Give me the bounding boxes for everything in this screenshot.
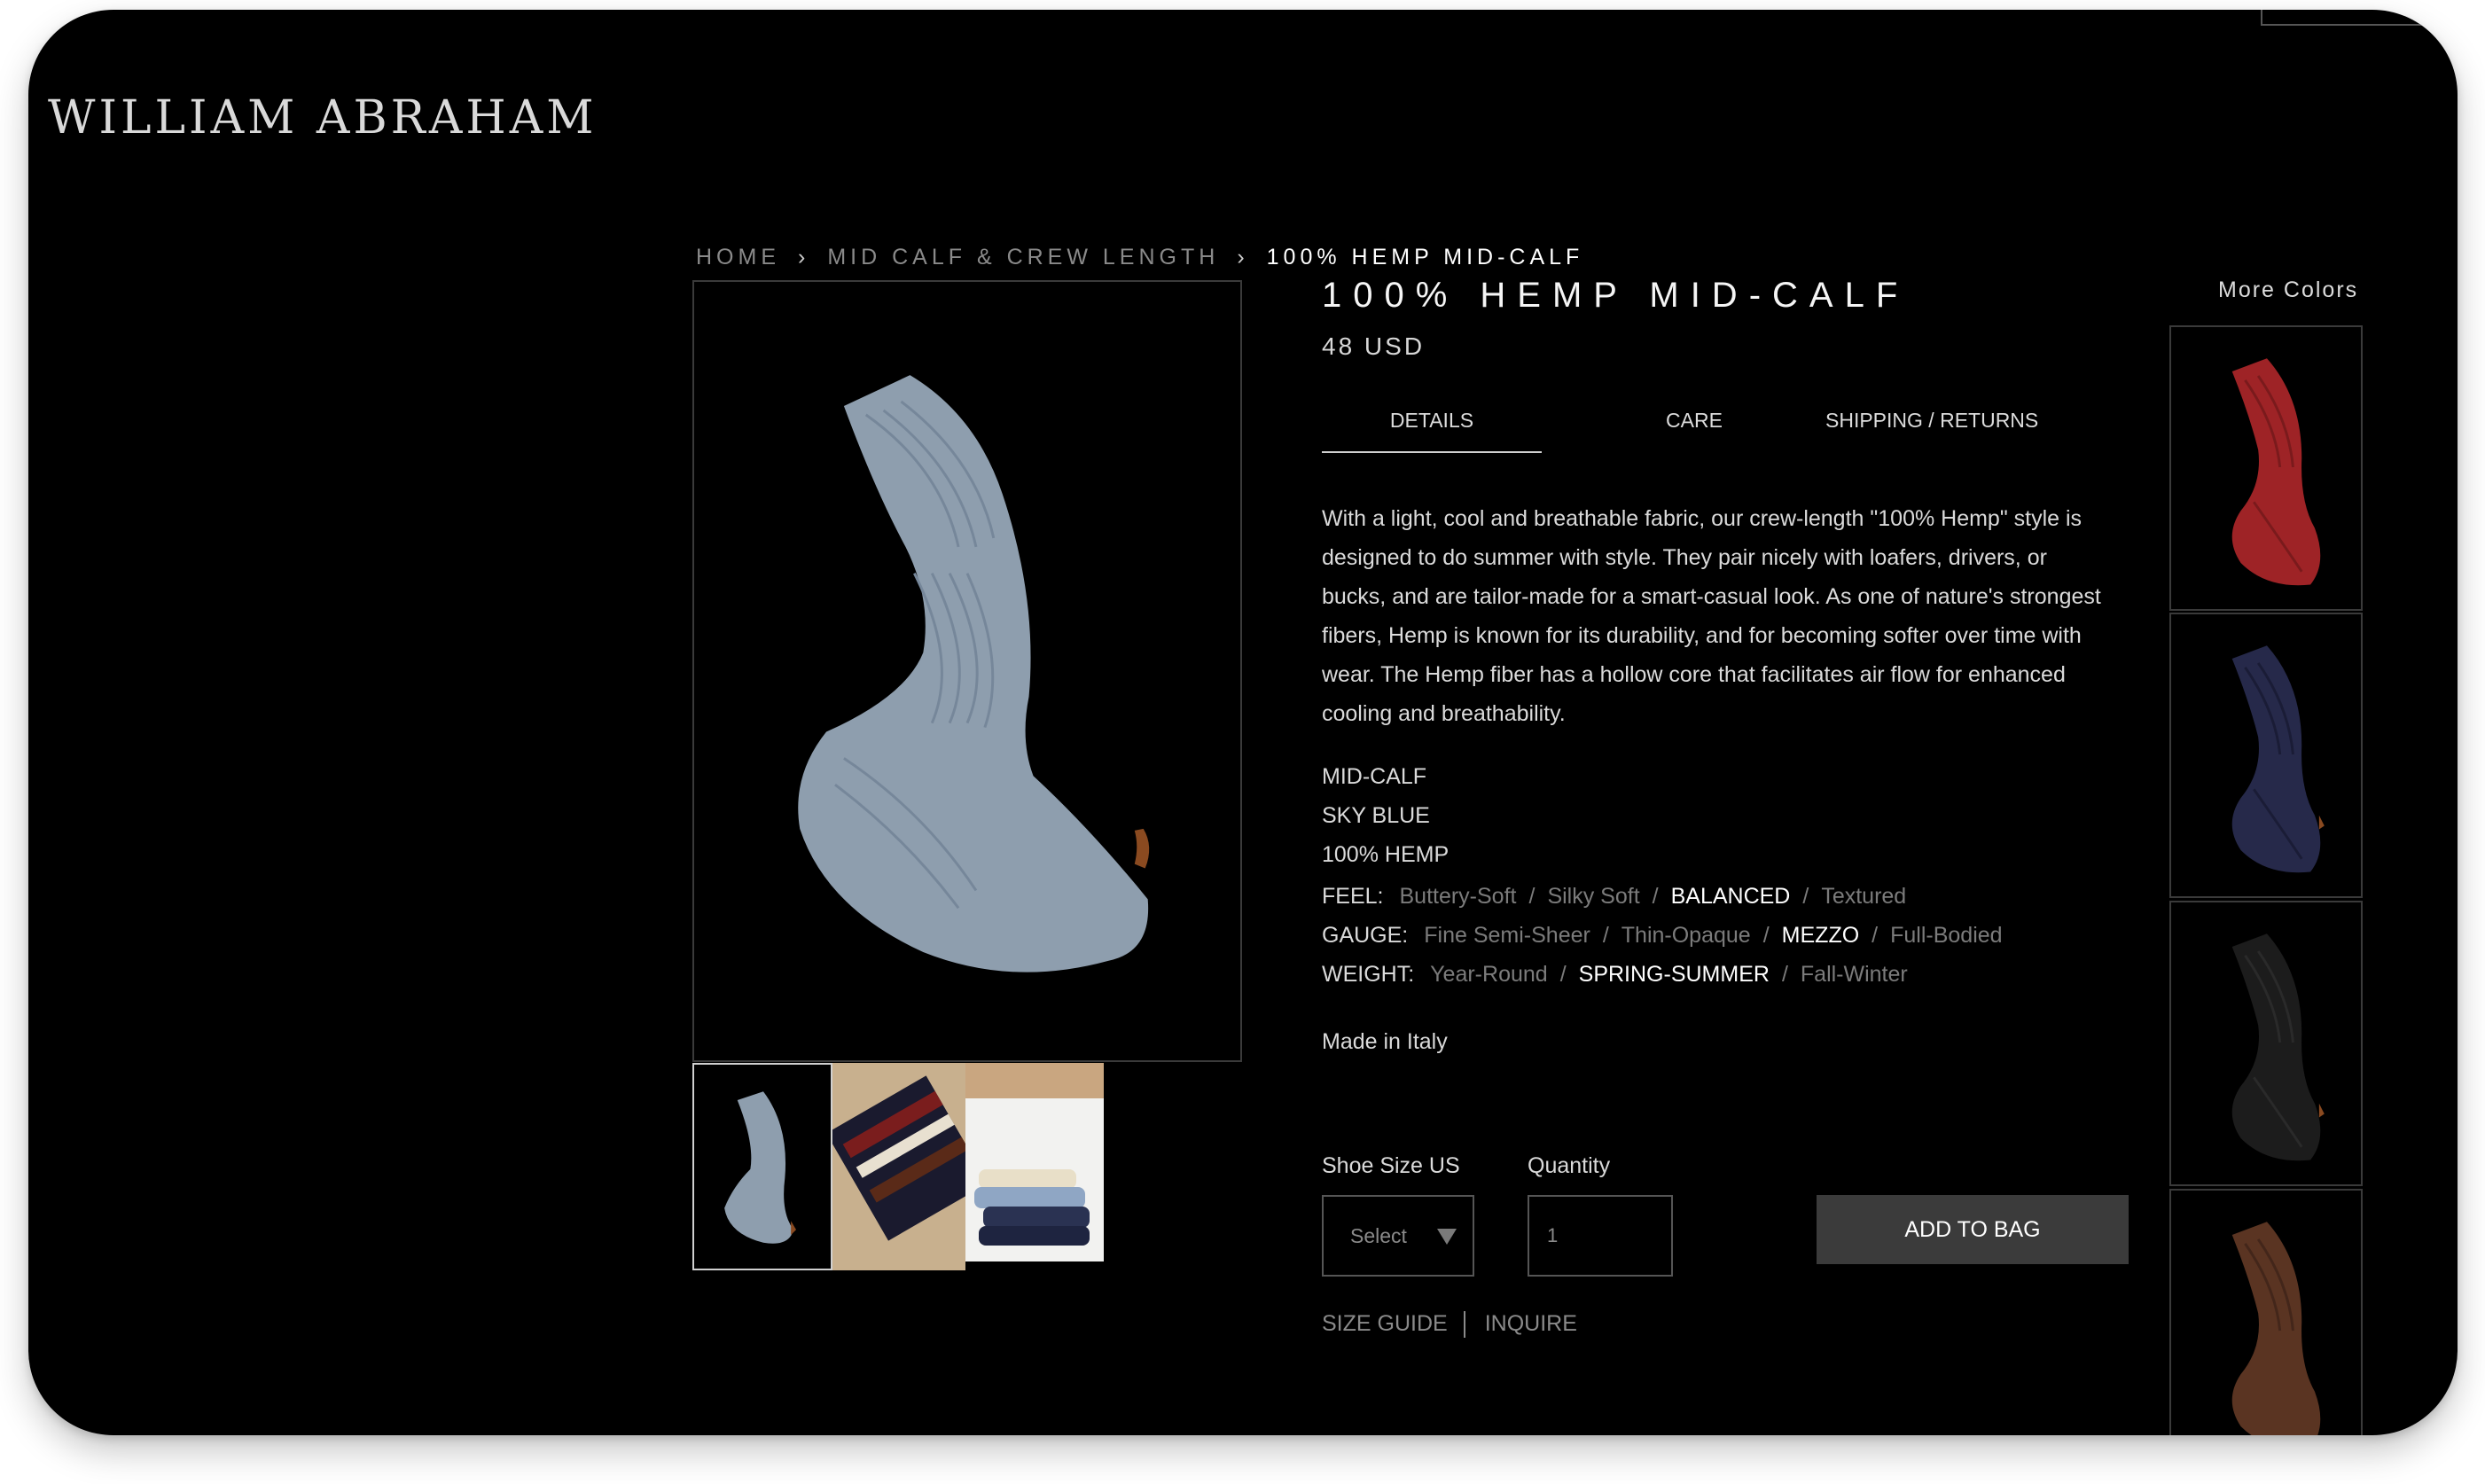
color-swatch-brown[interactable] bbox=[2169, 1189, 2363, 1435]
color-swatch-red[interactable] bbox=[2169, 325, 2363, 611]
breadcrumb-category[interactable]: MID CALF & CREW LENGTH bbox=[827, 245, 1219, 269]
link-divider bbox=[1463, 1311, 1465, 1339]
feel-label: FEEL: bbox=[1322, 884, 1384, 909]
attribute-weight: WEIGHT: Year-Round / SPRING-SUMMER / Fall-Win… bbox=[1322, 962, 1908, 987]
corner-tab bbox=[2261, 10, 2458, 26]
color-swatch-black[interactable] bbox=[2169, 901, 2363, 1186]
weight-label: WEIGHT: bbox=[1322, 962, 1415, 987]
brand-logo[interactable]: WILLIAM ABRAHAM bbox=[48, 91, 598, 144]
product-description: With a light, cool and breathable fabric… bbox=[1322, 506, 2101, 726]
sock-illustration bbox=[798, 375, 1150, 972]
thumbnail-2[interactable] bbox=[832, 1063, 965, 1270]
made-in-label: Made in Italy bbox=[1322, 1029, 1448, 1054]
gauge-option: Thin-Opaque bbox=[1621, 923, 1751, 948]
main-product-image[interactable] bbox=[692, 280, 1242, 1062]
feel-option-selected: BALANCED bbox=[1670, 884, 1791, 909]
breadcrumb-current: 100% HEMP MID-CALF bbox=[1266, 245, 1584, 269]
attribute-feel: FEEL: Buttery-Soft / Silky Soft / BALANCED / Te… bbox=[1322, 884, 1907, 909]
gauge-option-selected: MEZZO bbox=[1781, 923, 1860, 948]
weight-option-selected: SPRING-SUMMER bbox=[1578, 962, 1770, 987]
size-guide-link[interactable]: SIZE GUIDE bbox=[1322, 1311, 1448, 1336]
more-colors-label: More Colors bbox=[2218, 277, 2359, 302]
quantity-label: Quantity bbox=[1528, 1153, 1611, 1178]
breadcrumb: HOME › MID CALF & CREW LENGTH › 100% HEMP MI… bbox=[696, 245, 1583, 270]
tab-shipping-returns[interactable]: SHIPPING / RETURNS bbox=[1825, 409, 2038, 433]
breadcrumb-separator: › bbox=[1237, 245, 1249, 269]
attribute-gauge: GAUGE: Fine Semi-Sheer / Thin-Opaque / MEZZO /… bbox=[1322, 923, 2003, 948]
inquire-link[interactable]: INQUIRE bbox=[1485, 1311, 1577, 1336]
gauge-label: GAUGE: bbox=[1322, 923, 1409, 948]
gauge-option: Fine Semi-Sheer bbox=[1424, 923, 1590, 948]
thumbnail-3[interactable] bbox=[965, 1063, 1104, 1261]
shoe-size-select[interactable]: Select bbox=[1322, 1195, 1474, 1277]
gauge-option: Full-Bodied bbox=[1890, 923, 2003, 948]
color-swatch-navy[interactable] bbox=[2169, 613, 2363, 898]
weight-option: Fall-Winter bbox=[1800, 962, 1908, 987]
tab-care[interactable]: CARE bbox=[1650, 409, 1739, 433]
product-title: 100% HEMP MID-CALF bbox=[1322, 276, 1910, 315]
product-specs: MID-CALF SKY BLUE 100% HEMP bbox=[1322, 757, 1449, 874]
help-links: SIZE GUIDE INQUIRE bbox=[1322, 1311, 1577, 1339]
spec-color: SKY BLUE bbox=[1322, 803, 1430, 828]
thumbnail-1[interactable] bbox=[692, 1063, 832, 1270]
breadcrumb-separator: › bbox=[798, 245, 810, 269]
weight-option: Year-Round bbox=[1430, 962, 1548, 987]
spec-material: 100% HEMP bbox=[1322, 842, 1450, 867]
feel-option: Textured bbox=[1821, 884, 1907, 909]
chevron-down-icon bbox=[1437, 1229, 1457, 1245]
add-to-bag-button[interactable]: ADD TO BAG bbox=[1817, 1195, 2129, 1264]
shoe-size-value: Select bbox=[1350, 1223, 1407, 1247]
product-tabs: DETAILS CARE SHIPPING / RETURNS bbox=[1322, 409, 2084, 458]
feel-option: Silky Soft bbox=[1547, 884, 1640, 909]
spec-length: MID-CALF bbox=[1322, 764, 1427, 789]
tab-details[interactable]: DETAILS bbox=[1322, 409, 1542, 453]
product-price: 48 USD bbox=[1322, 332, 1426, 360]
quantity-input[interactable] bbox=[1528, 1195, 1673, 1277]
breadcrumb-home[interactable]: HOME bbox=[696, 245, 780, 269]
feel-option: Buttery-Soft bbox=[1399, 884, 1517, 909]
browser-frame: WILLIAM ABRAHAM HOME › MID CALF & CREW LEN… bbox=[28, 10, 2458, 1435]
shoe-size-label: Shoe Size US bbox=[1322, 1153, 1460, 1178]
